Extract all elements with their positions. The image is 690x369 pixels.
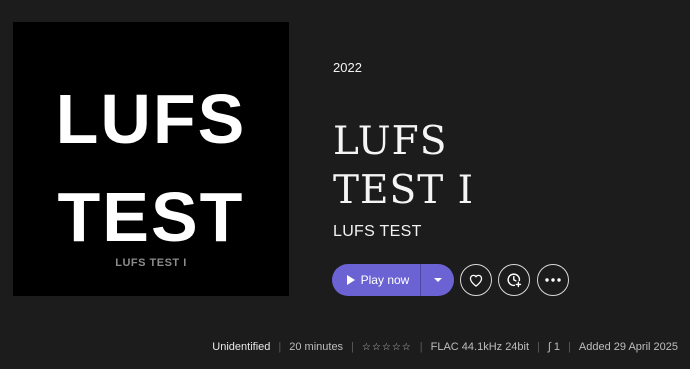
cover-text-line1: LUFS: [55, 80, 247, 158]
audio-format: FLAC 44.1kHz 24bit: [430, 341, 530, 353]
more-dots-icon: [545, 278, 561, 282]
add-to-queue-button[interactable]: [498, 264, 530, 296]
play-options-dropdown[interactable]: [421, 264, 454, 296]
caret-down-icon: [433, 278, 442, 282]
added-date: Added 29 April 2025: [578, 341, 678, 353]
meta-separator: |: [351, 341, 354, 353]
identification-status[interactable]: Unidentified: [212, 341, 270, 353]
cover-text-line2: TEST: [57, 178, 245, 256]
cover-caption: LUFS TEST I: [115, 257, 187, 269]
favorite-button[interactable]: [460, 264, 492, 296]
more-options-button[interactable]: [537, 264, 569, 296]
meta-separator: |: [568, 341, 571, 353]
play-now-label: Play now: [360, 273, 410, 287]
album-cover[interactable]: LUFS TEST LUFS TEST I: [13, 22, 289, 296]
clock-plus-icon: [506, 272, 522, 288]
meta-separator: |: [419, 341, 423, 353]
album-title-line1: LUFS: [333, 119, 448, 164]
album-metadata-bar: Unidentified | 20 minutes | ☆☆☆☆☆ | FLAC…: [212, 341, 678, 353]
play-icon: [346, 275, 355, 285]
loudness-icon: ∫: [547, 341, 551, 353]
play-now-button[interactable]: Play now: [332, 264, 420, 296]
loudness-value: 1: [553, 341, 561, 353]
album-year: 2022: [333, 60, 362, 75]
artist-link[interactable]: LUFS TEST: [333, 223, 422, 241]
album-title-line2: TEST I: [333, 168, 475, 213]
rating-stars[interactable]: ☆☆☆☆☆: [362, 342, 412, 353]
meta-separator: |: [278, 341, 282, 353]
album-duration: 20 minutes: [289, 341, 344, 353]
meta-separator: |: [537, 341, 540, 353]
album-page: LUFS TEST LUFS TEST I 2022 LUFS TEST I L…: [0, 0, 690, 369]
heart-icon: [469, 274, 483, 287]
play-button-group: Play now: [332, 264, 454, 296]
